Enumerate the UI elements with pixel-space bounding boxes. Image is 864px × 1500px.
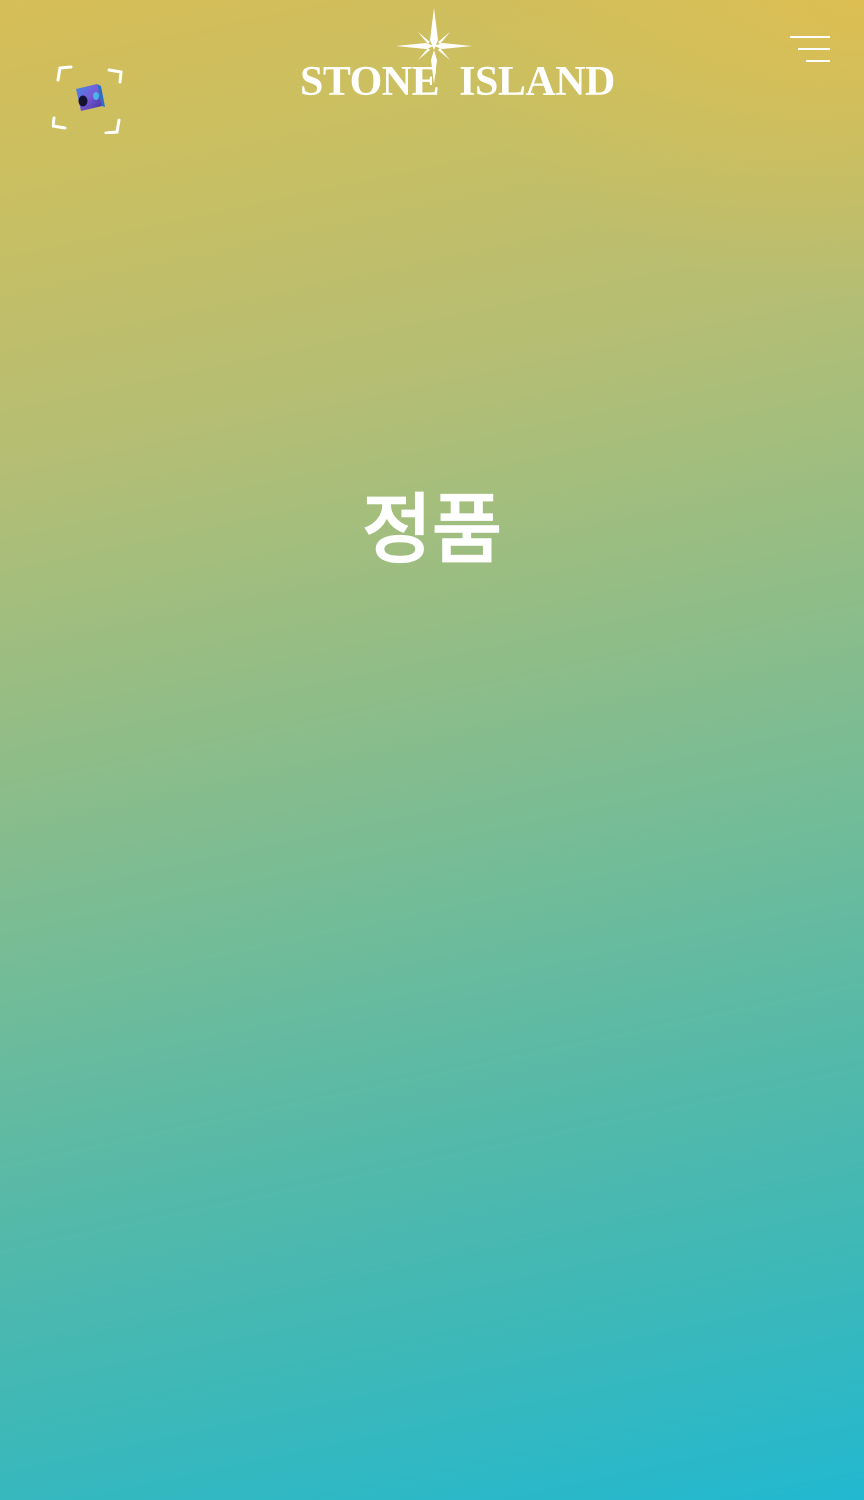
menu-button[interactable] bbox=[788, 36, 830, 66]
brand-name-right: ISLAND bbox=[459, 59, 615, 105]
brand-name-left: STONE bbox=[300, 59, 440, 105]
brand-logo[interactable]: STONE ISLAND bbox=[300, 6, 615, 105]
scan-button[interactable] bbox=[52, 64, 124, 134]
brand-wordmark: STONE ISLAND bbox=[300, 59, 615, 105]
menu-line bbox=[790, 36, 830, 38]
scan-viewfinder-icon bbox=[52, 65, 123, 134]
menu-line bbox=[806, 60, 830, 62]
authentic-headline: 정품 bbox=[362, 485, 502, 574]
nfc-tag-icon bbox=[76, 84, 105, 111]
menu-line bbox=[798, 48, 830, 50]
